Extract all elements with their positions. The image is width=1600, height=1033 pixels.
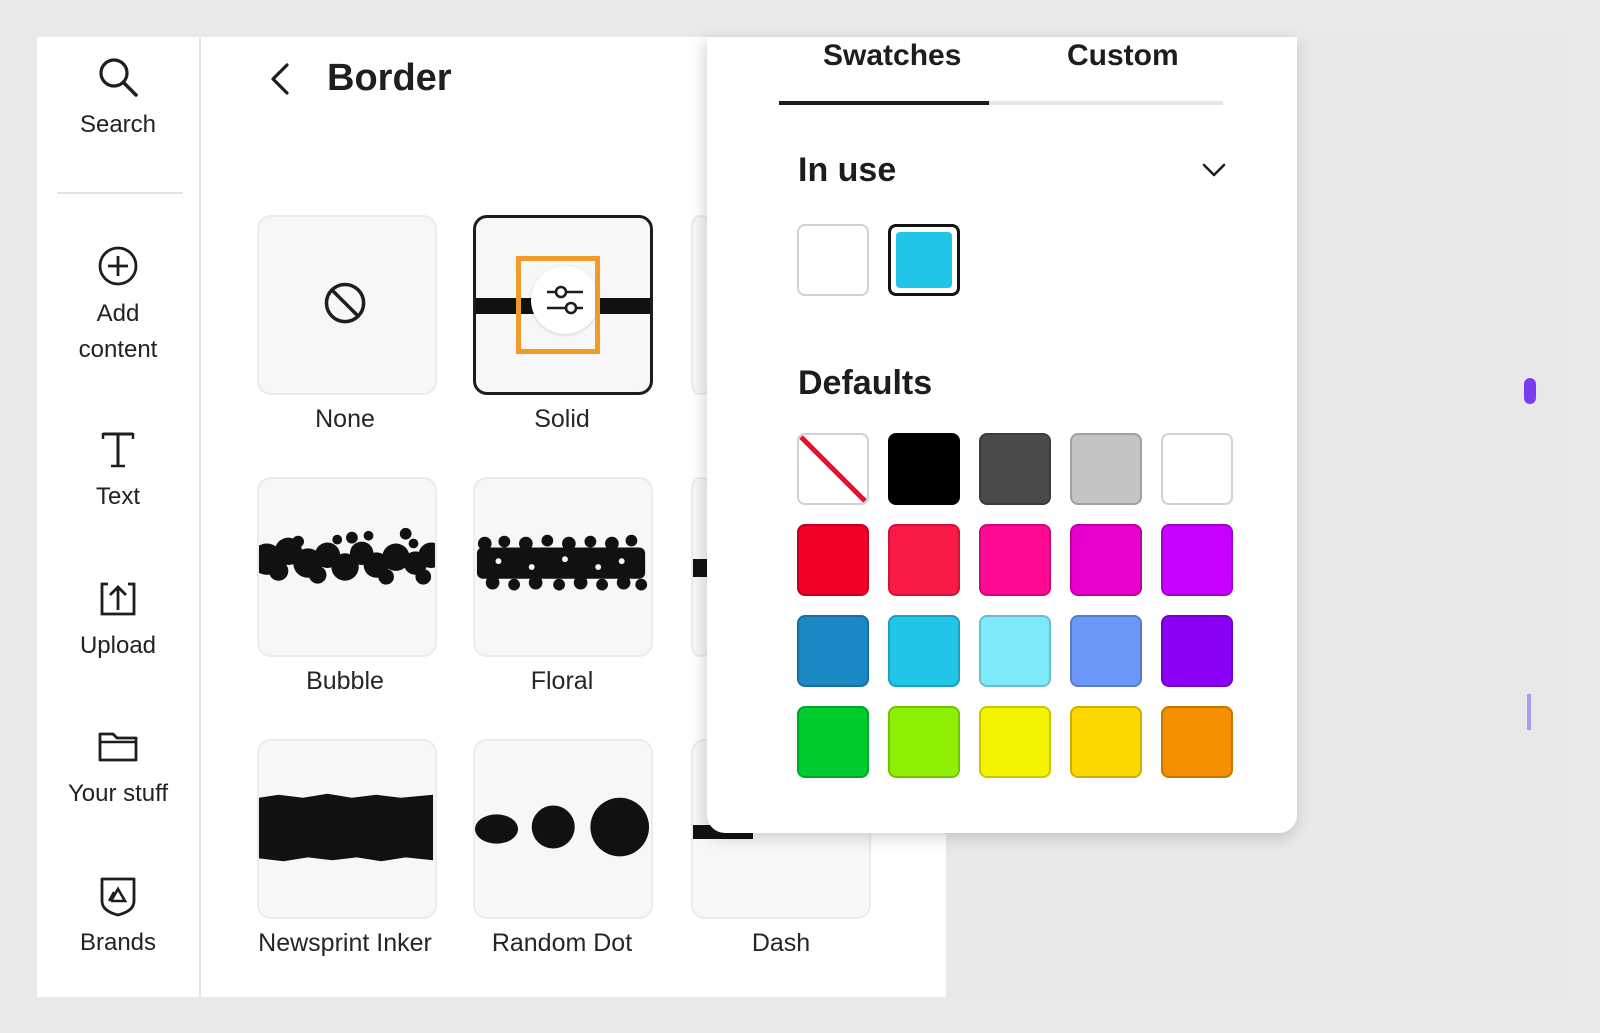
in-use-swatch[interactable] [797,224,869,296]
border-style-label: None [315,405,375,433]
tab-active-indicator [779,101,989,105]
random-dot-pattern-preview [475,797,650,857]
rail-item-upload[interactable]: Upload [37,574,199,664]
newsprint-inker-pattern-preview [259,793,434,862]
border-style-label: Bubble [306,667,384,695]
color-swatch[interactable] [979,706,1051,778]
color-swatch[interactable] [888,706,960,778]
rail-item-brands[interactable]: Brands [37,871,199,961]
bubble-pattern-preview [259,527,435,585]
floral-pattern-preview [476,534,648,591]
chevron-down-icon[interactable] [1199,155,1229,185]
color-swatch[interactable] [1161,433,1233,505]
canvas-edge-marker [1527,694,1531,730]
no-color-swatch[interactable] [797,433,869,505]
rail-divider [57,192,183,194]
left-rail: Search Add content Text Upload Your stuf… [37,37,201,997]
rail-item-label: Text [95,483,140,510]
border-style-bubble-tile[interactable] [257,477,437,657]
border-style-random-dot-tile[interactable] [473,739,653,919]
upload-icon [100,582,136,616]
search-icon [99,58,138,97]
rail-item-your-stuff[interactable]: Your stuff [37,722,199,812]
border-style-label: Dash [751,929,811,957]
rail-item-add-content[interactable]: Add content [37,242,199,368]
plus-circle-icon [98,246,138,286]
color-swatch[interactable] [979,433,1051,505]
color-swatch[interactable] [1070,433,1142,505]
color-swatch[interactable] [1161,615,1233,687]
border-style-label: Solid [534,405,590,433]
in-use-heading: In use [798,151,897,189]
rail-item-label: Search [79,111,157,138]
color-swatch[interactable] [979,524,1051,596]
rail-item-label: Brands [79,929,157,956]
rail-item-label: Your stuff [67,780,169,807]
color-swatch[interactable] [1070,524,1142,596]
color-swatch[interactable] [888,615,960,687]
page-title: Border [327,57,452,99]
rail-item-label: Upload [79,632,157,659]
rail-item-label: Add content [78,300,158,363]
border-style-floral-tile[interactable] [473,477,653,657]
color-swatch[interactable] [1161,706,1233,778]
color-swatch[interactable] [797,524,869,596]
border-style-none-tile[interactable] [257,215,437,395]
rail-item-search[interactable]: Search [37,53,199,143]
back-chevron-icon[interactable] [261,57,301,101]
border-style-newsprint-inker-tile[interactable] [257,739,437,919]
tab-custom[interactable]: Custom [1067,39,1179,73]
color-swatch[interactable] [797,615,869,687]
color-swatch[interactable] [888,433,960,505]
color-swatch[interactable] [1161,524,1233,596]
in-use-swatch[interactable] [888,224,960,296]
color-swatch[interactable] [979,615,1051,687]
color-swatch[interactable] [1070,706,1142,778]
color-swatch[interactable] [888,524,960,596]
tab-swatches[interactable]: Swatches [823,39,961,73]
text-icon [101,432,135,468]
border-style-label: Newsprint Inker [258,929,432,957]
defaults-heading: Defaults [798,364,933,402]
border-style-label: Floral [530,667,594,695]
border-style-label: Random Dot [491,929,633,957]
adjust-button-highlight [516,256,600,354]
color-swatch[interactable] [797,706,869,778]
canvas-handle[interactable] [1524,378,1536,404]
brands-icon [100,877,136,917]
color-swatch[interactable] [1070,615,1142,687]
rail-item-text[interactable]: Text [37,425,199,515]
prohibited-icon [324,282,366,324]
color-picker-popover: Swatches Custom In use Defaults [707,37,1297,833]
folder-icon [98,732,138,762]
